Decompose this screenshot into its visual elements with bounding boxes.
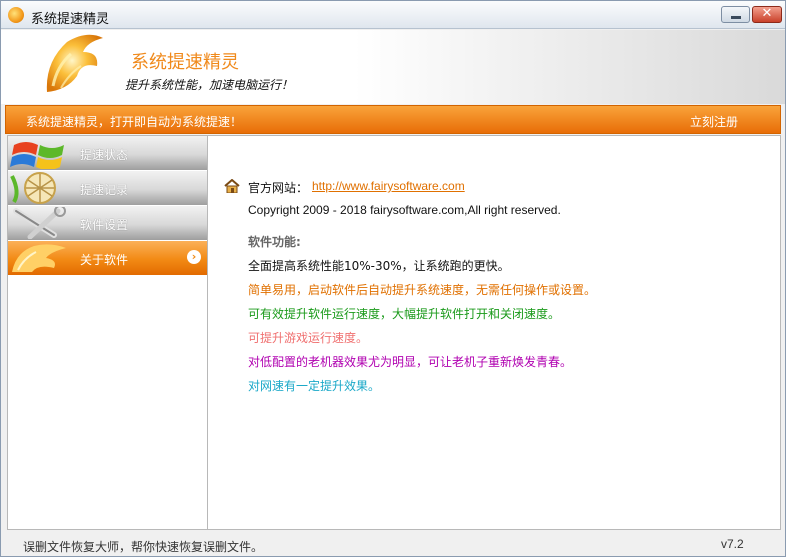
website-label: 官方网站： <box>248 181 309 195</box>
sidebar-item-speed-record[interactable]: 提速记录 <box>8 171 207 205</box>
sidebar-item-label: 关于软件 <box>80 253 129 267</box>
features-title: 软件功能: <box>248 235 301 249</box>
register-link[interactable]: 立刻注册 <box>690 113 738 130</box>
close-button[interactable]: ✕ <box>752 6 782 23</box>
feature-line: 全面提高系统性能10%-30%，让系统跑的更快。 <box>248 259 510 273</box>
about-panel: 官方网站： http://www.fairysoftware.com Copyr… <box>208 135 781 530</box>
feature-line: 对网速有一定提升效果。 <box>248 379 381 393</box>
sidebar-item-label: 软件设置 <box>80 218 129 232</box>
sidebar-item-about[interactable]: 关于软件 › <box>8 241 207 275</box>
record-net-icon <box>10 172 56 204</box>
windows-flag-icon <box>10 142 64 169</box>
status-promo-link[interactable]: 误删文件恢复大师，帮你快速恢复误删文件。 <box>23 538 263 555</box>
notice-bar: 系统提速精灵，打开即自动为系统提速！ 立刻注册 <box>5 105 781 134</box>
banner-title: 系统提速精灵 <box>131 52 239 73</box>
copyright-text: Copyright 2009 - 2018 fairysoftware.com,… <box>248 203 561 217</box>
window-title: 系统提速精灵 <box>31 12 110 27</box>
website-link[interactable]: http://www.fairysoftware.com <box>312 179 465 193</box>
minimize-button[interactable] <box>721 6 750 23</box>
feature-line: 可有效提升软件运行速度，大幅提升软件打开和关闭速度。 <box>248 307 561 321</box>
sidebar-item-settings[interactable]: 软件设置 <box>8 206 207 240</box>
chevron-right-icon: › <box>187 250 201 264</box>
home-icon <box>224 179 240 193</box>
notice-message: 系统提速精灵，打开即自动为系统提速！ <box>26 115 243 129</box>
fireball-icon <box>12 244 66 272</box>
feature-line: 简单易用，启动软件后自动提升系统速度，无需任何操作或设置。 <box>248 283 597 297</box>
banner-subtitle: 提升系统性能，加速电脑运行！ <box>125 78 294 92</box>
app-logo-icon <box>8 7 24 23</box>
sidebar-item-speed-status[interactable]: 提速状态 <box>8 136 207 170</box>
app-window: 系统提速精灵 ✕ 系统提速精灵 提升系统性能，加速电脑运行！ 系统提速精灵，打开… <box>0 0 786 557</box>
close-icon: ✕ <box>761 6 773 21</box>
status-bar: 误删文件恢复大师，帮你快速恢复误删文件。 v7.2 <box>1 531 785 556</box>
sidebar-item-label: 提速记录 <box>80 183 129 197</box>
sidebar: 提速状态 提速记录 软件设置 关于软件 › <box>7 135 208 530</box>
fireball-logo-icon <box>46 34 103 92</box>
minimize-icon <box>731 16 741 19</box>
title-bar[interactable]: 系统提速精灵 ✕ <box>1 1 785 29</box>
header-banner: 系统提速精灵 提升系统性能，加速电脑运行！ <box>1 30 785 104</box>
wrench-tools-icon <box>13 207 66 239</box>
sidebar-item-label: 提速状态 <box>80 148 129 162</box>
feature-line: 可提升游戏运行速度。 <box>248 331 369 345</box>
feature-line: 对低配置的老机器效果尤为明显，可让老机子重新焕发青春。 <box>248 355 573 369</box>
version-label: v7.2 <box>721 537 744 551</box>
